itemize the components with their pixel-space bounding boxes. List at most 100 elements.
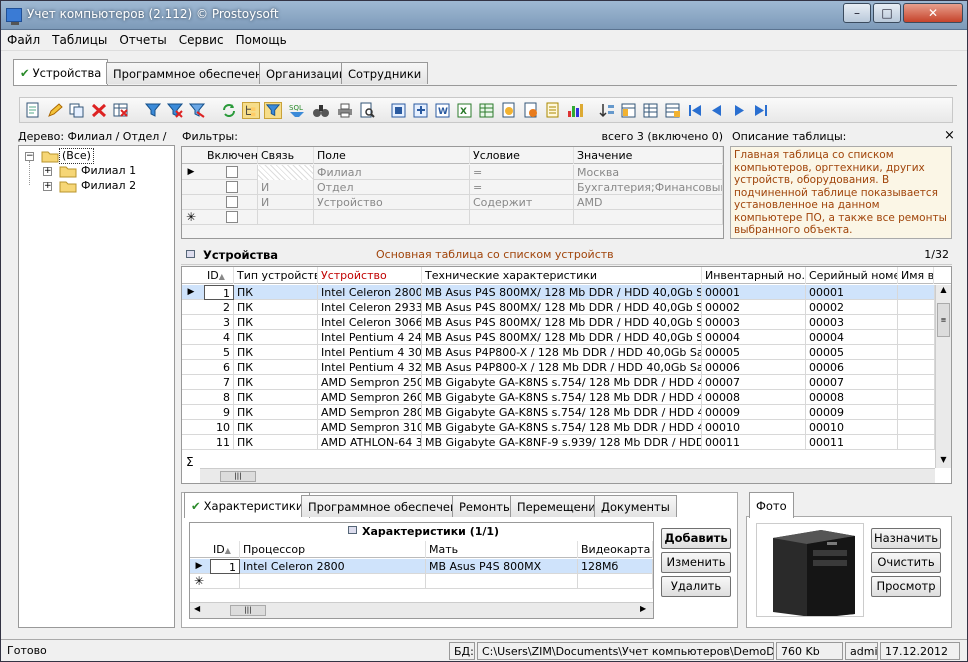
enabled-checkbox[interactable]	[226, 196, 238, 208]
inventory-number[interactable]: 00011	[702, 435, 806, 450]
devices-vscrollbar[interactable]: ▲ ≡ ▼	[935, 285, 951, 468]
spec-col-id[interactable]: ID▲	[210, 541, 240, 558]
inventory-number[interactable]: 00003	[702, 315, 806, 330]
inventory-number[interactable]: 00005	[702, 345, 806, 360]
add-button[interactable]: Добавить	[661, 528, 731, 549]
clear-photo-button[interactable]: Очистить	[871, 552, 941, 573]
device-specs[interactable]: MB Gigabyte GA-K8NS s.754/ 128 Mb DDR / …	[422, 375, 702, 390]
serial-number[interactable]: 00007	[806, 375, 898, 390]
filter-toggle-icon[interactable]	[264, 102, 282, 119]
prev-record-icon[interactable]	[708, 102, 726, 119]
tree-item-branch-2[interactable]: Филиал 2	[81, 179, 136, 193]
filter-condition[interactable]: Содержит	[470, 195, 574, 210]
filter-col-condition[interactable]: Условие	[470, 147, 574, 164]
serial-number[interactable]: 00004	[806, 330, 898, 345]
device-type[interactable]: ПК	[234, 330, 318, 345]
enabled-checkbox[interactable]	[226, 211, 238, 223]
table-export-icon[interactable]	[664, 102, 682, 119]
inventory-number[interactable]: 00007	[702, 375, 806, 390]
table-row[interactable]: 8 ПК AMD Sempron 2600 MB Gigabyte GA-K8NS s…	[182, 390, 935, 405]
col-id[interactable]: ID▲	[204, 267, 234, 284]
menu-reports[interactable]: Отчеты	[113, 30, 172, 47]
tab-documents[interactable]: Документы	[594, 495, 677, 517]
device-specs[interactable]: MB Gigabyte GA-K8NS s.754/ 128 Mb DDR / …	[422, 405, 702, 420]
col-serial[interactable]: Серийный номер	[806, 267, 898, 284]
menu-service[interactable]: Сервис	[173, 30, 230, 47]
spec-mb[interactable]: MB Asus P4S 800MX	[426, 559, 578, 574]
sort-icon[interactable]	[598, 102, 616, 119]
device-specs[interactable]: MB Asus P4P800-X / 128 Mb DDR / HDD 40,0…	[422, 345, 702, 360]
table-row[interactable]: ▶ Филиал = Москва	[182, 165, 723, 180]
device-type[interactable]: ПК	[234, 345, 318, 360]
device-specs[interactable]: MB Asus P4S 800MX/ 128 Mb DDR / HDD 40,0…	[422, 285, 702, 300]
table-row[interactable]: 11 ПК AMD ATHLON-64 3(MB Gigabyte GA-K8NF-…	[182, 435, 935, 450]
filter-field[interactable]: Филиал	[314, 165, 470, 180]
serial-number[interactable]: 00008	[806, 390, 898, 405]
device-name[interactable]: AMD Sempron 2800	[318, 405, 422, 420]
next-record-icon[interactable]	[730, 102, 748, 119]
new-row[interactable]: ✳	[182, 210, 723, 225]
tree-view-icon[interactable]	[242, 102, 260, 119]
spec-id[interactable]: 1	[210, 559, 240, 574]
device-id[interactable]: 1	[204, 285, 234, 300]
table-row[interactable]: И Отдел = Бухгалтерия;Финансовый	[182, 180, 723, 195]
device-specs[interactable]: MB Asus P4S 800MX/ 128 Mb DDR / HDD 40,0…	[422, 300, 702, 315]
filter-clear-icon[interactable]	[166, 102, 184, 119]
view-photo-button[interactable]: Просмотр	[871, 576, 941, 597]
minimize-button[interactable]: –	[843, 3, 871, 23]
table-row[interactable]: ▶ 1 ПК Intel Celeron 2800 MB Asus P4S 800MX/…	[182, 285, 935, 300]
device-name[interactable]: Intel Celeron 2933	[318, 300, 422, 315]
delete-button[interactable]: Удалить	[661, 576, 731, 597]
filter-icon[interactable]	[144, 102, 162, 119]
new-row[interactable]: ✳	[190, 574, 653, 589]
device-name[interactable]: Intel Celeron 3066	[318, 315, 422, 330]
tab-characteristics[interactable]: ✔ Характеристики	[184, 492, 311, 518]
close-icon[interactable]: ×	[944, 128, 955, 143]
devices-hscrollbar[interactable]: |||	[200, 468, 935, 483]
device-id[interactable]: 9	[204, 405, 234, 420]
col-specs[interactable]: Технические характеристики	[422, 267, 702, 284]
filter-link[interactable]	[258, 165, 314, 180]
serial-number[interactable]: 00005	[806, 345, 898, 360]
spec-col-cpu[interactable]: Процессор	[240, 541, 426, 558]
table-row[interactable]: 7 ПК AMD Sempron 2500 MB Gigabyte GA-K8NS s…	[182, 375, 935, 390]
device-specs[interactable]: MB Gigabyte GA-K8NS s.754/ 128 Mb DDR / …	[422, 420, 702, 435]
device-id[interactable]: 7	[204, 375, 234, 390]
last-record-icon[interactable]	[752, 102, 770, 119]
tab-organizations[interactable]: Организации	[259, 62, 354, 84]
filter-remove-icon[interactable]	[188, 102, 206, 119]
inventory-number[interactable]: 00004	[702, 330, 806, 345]
inventory-number[interactable]: 00009	[702, 405, 806, 420]
device-id[interactable]: 5	[204, 345, 234, 360]
columns-icon[interactable]	[620, 102, 638, 119]
html-export-icon[interactable]	[500, 102, 518, 119]
assign-photo-button[interactable]: Назначить	[871, 528, 941, 549]
table-row[interactable]: 2 ПК Intel Celeron 2933 MB Asus P4S 800MX/ …	[182, 300, 935, 315]
inventory-number[interactable]: 00001	[702, 285, 806, 300]
device-specs[interactable]: MB Asus P4S 800MX/ 128 Mb DDR / HDD 40,0…	[422, 330, 702, 345]
table-row[interactable]: 5ПКIntel Pentium 4 3000MB Asus P4P800-X …	[182, 345, 935, 360]
device-name[interactable]: Intel Pentium 4 2400	[318, 330, 422, 345]
word-export-icon[interactable]: W	[434, 102, 452, 119]
enabled-checkbox[interactable]	[226, 166, 238, 178]
filter-col-enabled[interactable]: Включен	[204, 147, 258, 164]
serial-number[interactable]: 00006	[806, 360, 898, 375]
inventory-number[interactable]: 00008	[702, 390, 806, 405]
search-binoculars-icon[interactable]	[312, 102, 330, 119]
tab-repairs[interactable]: Ремонты	[452, 495, 520, 517]
spec-col-gpu[interactable]: Видеокарта	[578, 541, 653, 558]
device-id[interactable]: 11	[204, 435, 234, 450]
document-icon[interactable]	[544, 102, 562, 119]
spec-cpu[interactable]: Intel Celeron 2800	[240, 559, 426, 574]
inventory-number[interactable]: 00010	[702, 420, 806, 435]
table-row[interactable]: 9 ПК AMD Sempron 2800 MB Gigabyte GA-K8NS s…	[182, 405, 935, 420]
filter-link[interactable]: И	[258, 180, 314, 195]
device-name[interactable]: AMD Sempron 3100	[318, 420, 422, 435]
device-id[interactable]: 2	[204, 300, 234, 315]
device-specs[interactable]: MB Gigabyte GA-K8NS s.754/ 128 Mb DDR / …	[422, 390, 702, 405]
spreadsheet-icon[interactable]	[478, 102, 496, 119]
device-name[interactable]: Intel Pentium 4 3200	[318, 360, 422, 375]
device-specs[interactable]: MB Asus P4P800-X / 128 Mb DDR / HDD 40,0…	[422, 360, 702, 375]
filter-field[interactable]: Устройство	[314, 195, 470, 210]
table-settings-icon[interactable]	[642, 102, 660, 119]
